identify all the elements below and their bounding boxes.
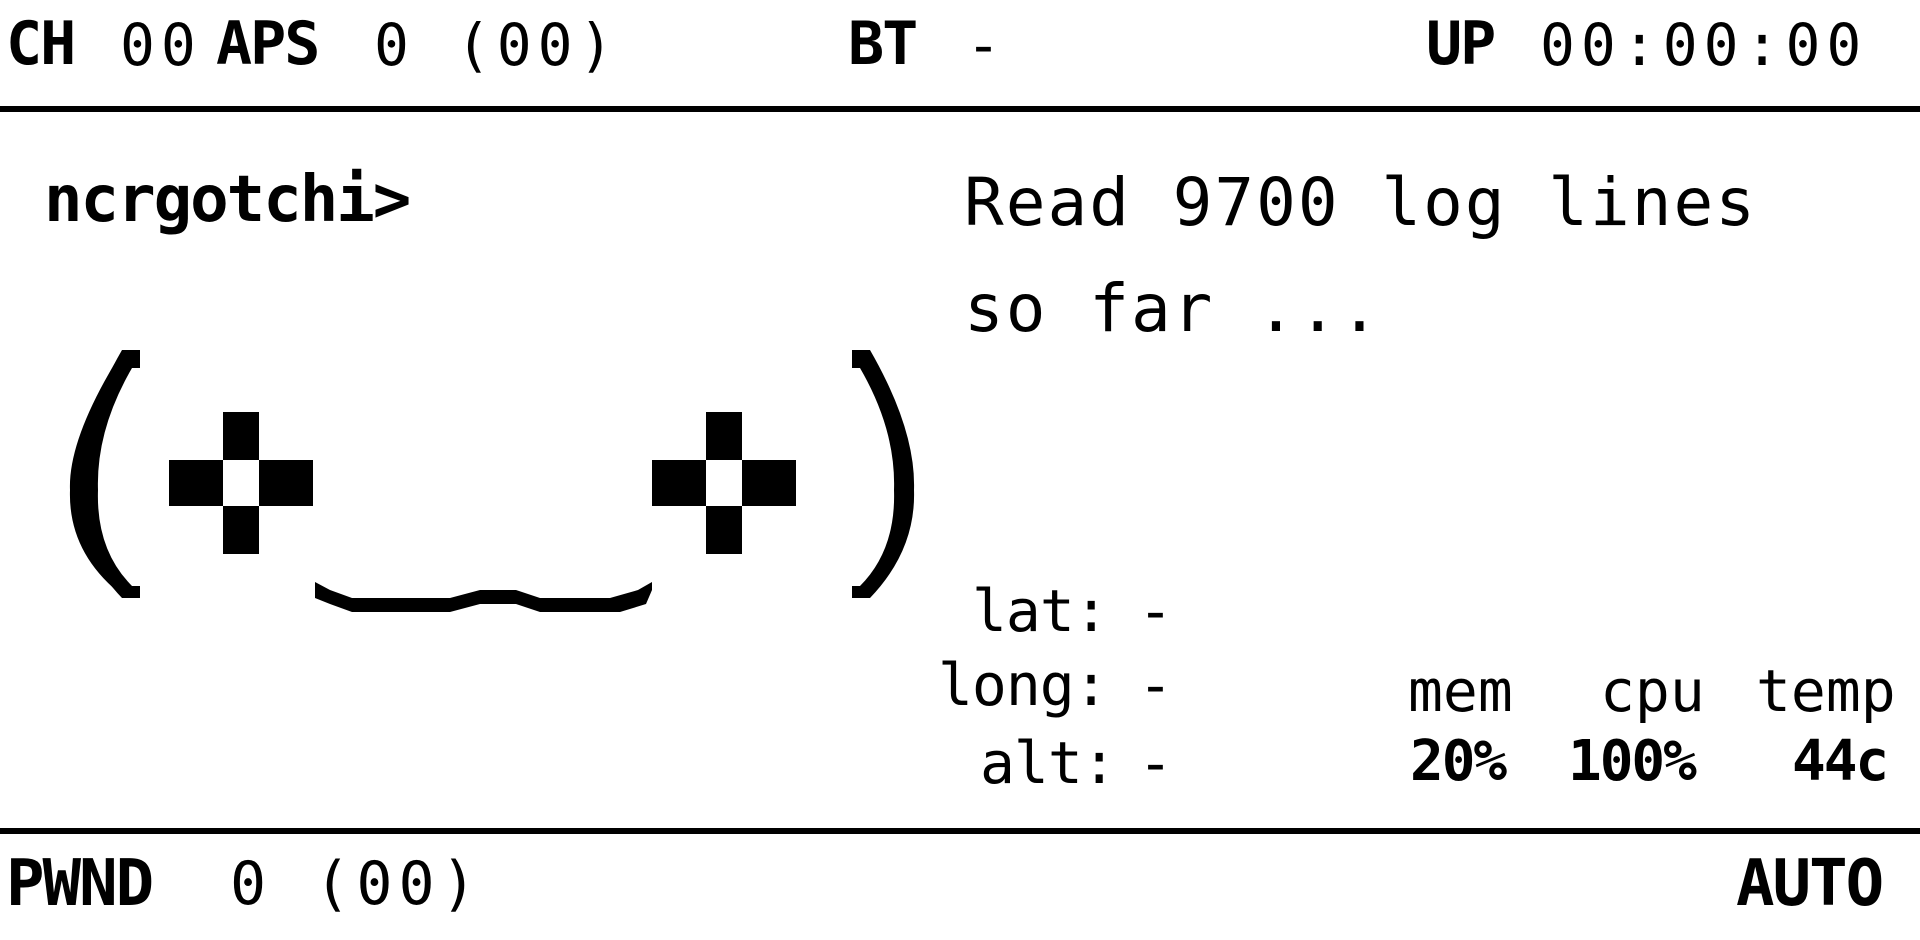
long-value: - [1138, 651, 1173, 719]
status-line-1: Read 9700 log lines [964, 164, 1757, 241]
mem-value: 20% [1410, 729, 1507, 794]
mode-indicator: AUTO [1736, 847, 1884, 921]
bt-value: - [966, 11, 1007, 79]
bt-label: BT [848, 9, 918, 79]
aps-label: APS [216, 9, 320, 79]
channel-value: 00 [120, 11, 202, 79]
pwnd-value: 0 (00) [230, 849, 483, 919]
unit-name: ncrgotchi> [44, 163, 411, 237]
bottom-divider [0, 828, 1920, 834]
uptime-value: 00:00:00 [1540, 11, 1868, 79]
alt-value: - [1138, 729, 1173, 797]
top-divider [0, 106, 1920, 112]
face-icon [69, 350, 915, 612]
cpu-value: 100% [1568, 729, 1697, 794]
uptime-label: UP [1426, 9, 1496, 79]
lat-value: - [1138, 577, 1173, 645]
pwnd-label: PWND [6, 847, 154, 921]
lat-label: lat: [972, 577, 1109, 645]
cpu-label: cpu [1600, 657, 1705, 725]
temp-value: 44c [1792, 729, 1889, 794]
mem-label: mem [1408, 657, 1513, 725]
aps-value: 0 (00) [374, 11, 620, 79]
alt-label: alt: [980, 729, 1117, 797]
long-label: long: [938, 651, 1109, 719]
temp-label: temp [1756, 657, 1896, 725]
status-line-2: so far ... [964, 270, 1382, 347]
channel-label: CH [6, 9, 76, 79]
